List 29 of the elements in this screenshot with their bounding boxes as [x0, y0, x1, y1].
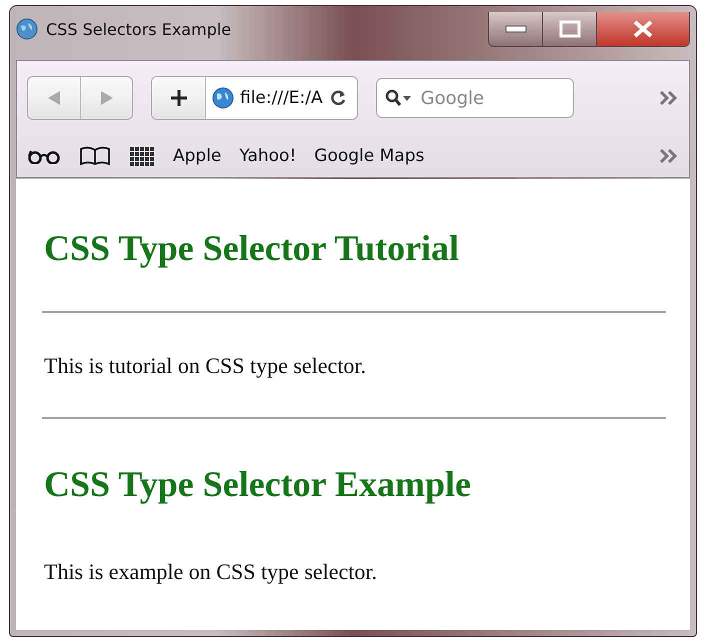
- page-paragraph: This is example on CSS type selector.: [44, 559, 378, 585]
- glasses-icon[interactable]: [27, 148, 61, 164]
- back-icon: [47, 90, 61, 106]
- minimize-button[interactable]: [489, 12, 543, 46]
- page-heading: CSS Type Selector Example: [44, 463, 472, 505]
- maximize-icon: [558, 20, 580, 38]
- maximize-button[interactable]: [543, 12, 597, 46]
- close-button[interactable]: [597, 12, 689, 46]
- forward-icon: [100, 90, 114, 106]
- globe-icon: [212, 87, 234, 109]
- address-field[interactable]: file:///E:/A: [151, 76, 358, 120]
- close-icon: [632, 19, 654, 39]
- add-bookmark-button[interactable]: [152, 77, 206, 119]
- book-icon[interactable]: [79, 146, 111, 166]
- globe-icon: [16, 18, 38, 40]
- overflow-icon[interactable]: [659, 90, 679, 106]
- bookmark-link[interactable]: Yahoo!: [239, 146, 296, 166]
- page-paragraph: This is tutorial on CSS type selector.: [44, 353, 368, 379]
- bookmark-link[interactable]: Apple: [173, 146, 222, 166]
- plus-icon: [170, 89, 188, 107]
- grid-icon[interactable]: [129, 146, 155, 166]
- page-heading: CSS Type Selector Tutorial: [44, 227, 460, 269]
- search-field[interactable]: Google: [376, 78, 574, 118]
- minimize-icon: [504, 25, 526, 33]
- bookmark-link[interactable]: Google Maps: [314, 146, 424, 166]
- window-title: CSS Selectors Example: [46, 20, 232, 39]
- address-text: file:///E:/A: [240, 88, 323, 108]
- overflow-icon[interactable]: [659, 148, 679, 164]
- reload-icon[interactable]: [328, 89, 347, 107]
